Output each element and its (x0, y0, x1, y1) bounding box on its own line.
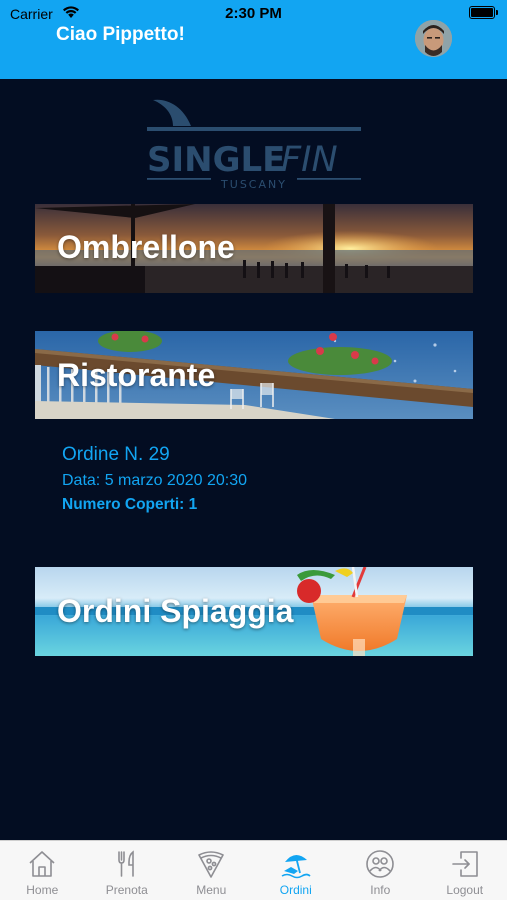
tab-label-home: Home (26, 883, 59, 897)
logo-subtitle: TUSCANY (220, 178, 287, 191)
card-label-ordini-spiaggia: Ordini Spiaggia (57, 593, 294, 629)
pizza-icon (196, 847, 226, 881)
people-icon (365, 847, 395, 881)
card-ristorante[interactable]: Ristorante (35, 331, 473, 419)
singlefin-logo: SINGLE FIN TUSCANY (145, 96, 365, 196)
tab-label-info: Info (370, 883, 391, 897)
app-header: Ciao Pippetto! (0, 20, 507, 79)
tab-home[interactable]: Home (0, 841, 85, 900)
avatar[interactable] (415, 20, 452, 57)
logout-icon (450, 847, 480, 881)
tab-bar: Home Prenota Menu Ordini Info Logout (0, 840, 507, 900)
beach-umbrella-icon (281, 847, 311, 881)
tab-label-logout: Logout (446, 883, 484, 897)
card-ordini-spiaggia[interactable]: Ordini Spiaggia (35, 567, 473, 656)
card-label-ristorante: Ristorante (57, 357, 216, 393)
card-ombrellone[interactable]: Ombrellone (35, 204, 473, 293)
logo-word-single: SINGLE (147, 140, 285, 180)
fork-knife-icon (112, 847, 142, 881)
battery-icon (469, 6, 498, 19)
order-covers: Numero Coperti: 1 (62, 496, 198, 513)
logo-word-fin: FIN (281, 140, 338, 180)
tab-prenota[interactable]: Prenota (85, 841, 170, 900)
tab-logout[interactable]: Logout (423, 841, 507, 900)
tab-label-menu: Menu (196, 883, 227, 897)
order-date: Data: 5 marzo 2020 20:30 (62, 472, 248, 489)
tab-ordini[interactable]: Ordini (254, 841, 339, 900)
tab-menu[interactable]: Menu (169, 841, 254, 900)
tab-label-prenota: Prenota (105, 883, 148, 897)
last-order-info[interactable]: Ordine N. 29 Data: 5 marzo 2020 20:30 Nu… (62, 444, 247, 515)
home-icon (27, 847, 57, 881)
greeting-text: Ciao Pippetto! (56, 24, 185, 45)
tab-label-ordini: Ordini (279, 883, 312, 897)
tab-info[interactable]: Info (338, 841, 423, 900)
order-number: Ordine N. 29 (62, 444, 170, 465)
card-label-ombrellone: Ombrellone (57, 229, 235, 265)
